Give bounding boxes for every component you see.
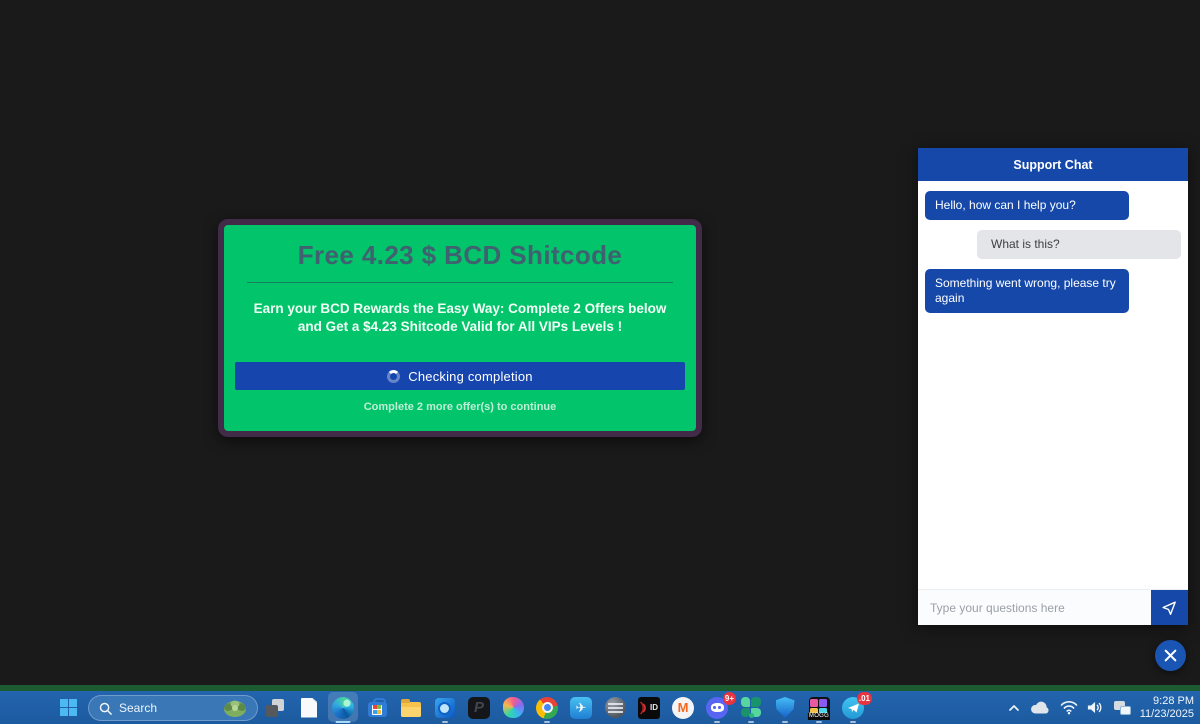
- taskbar-item-sphere-app[interactable]: [598, 691, 632, 724]
- running-app-indicator: [544, 721, 550, 724]
- id-audio-icon: ID: [637, 696, 661, 720]
- taskbar-item-outlook[interactable]: [428, 691, 462, 724]
- blue-plane-app-icon: ✈: [569, 696, 593, 720]
- green-clover-icon: [739, 696, 763, 720]
- taskbar-item-chrome[interactable]: [530, 691, 564, 724]
- chat-close-button[interactable]: [1155, 640, 1186, 671]
- taskbar-app-row: P ✈: [258, 691, 870, 724]
- running-app-indicator: [850, 721, 856, 724]
- taskbar-item-file-explorer[interactable]: [394, 691, 428, 724]
- spinner-icon: [387, 370, 400, 383]
- shield-icon: [773, 696, 797, 720]
- mogg-label: MOGG: [808, 713, 830, 720]
- taskbar-item-k-app[interactable]: ✈: [564, 691, 598, 724]
- folder-icon: [399, 696, 423, 720]
- monero-icon: M: [671, 696, 695, 720]
- support-chat-header: Support Chat: [918, 148, 1188, 181]
- mogg-icon: MOGG: [807, 696, 831, 720]
- outlook-icon: [433, 696, 457, 720]
- clock-date: 11/23/2025: [1140, 708, 1194, 721]
- sphere-lines-icon: [603, 696, 627, 720]
- offer-description: Earn your BCD Rewards the Easy Way: Comp…: [250, 300, 670, 336]
- taskbar-item-edge[interactable]: [326, 691, 360, 724]
- taskbar-item-monero[interactable]: M: [666, 691, 700, 724]
- active-app-indicator: [336, 721, 351, 724]
- wifi-icon: [1060, 700, 1078, 715]
- taskbar-item-store[interactable]: [360, 691, 394, 724]
- running-app-indicator: [748, 721, 754, 724]
- onedrive-tray-icon[interactable]: [1029, 700, 1051, 715]
- agent-message-bubble: Something went wrong, please try again: [925, 269, 1129, 313]
- p-app-icon: P: [467, 696, 491, 720]
- taskbar-search-box[interactable]: Search: [88, 695, 258, 721]
- chat-message-input[interactable]: [918, 590, 1151, 625]
- offer-title: Free 4.23 $ BCD Shitcode: [224, 240, 696, 271]
- chevron-up-icon: [1008, 703, 1020, 713]
- tray-sync-icon[interactable]: [1113, 700, 1131, 716]
- close-x-icon: [1164, 649, 1177, 662]
- wifi-tray-icon[interactable]: [1060, 700, 1078, 715]
- offer-footer-note: Complete 2 more offer(s) to continue: [224, 401, 696, 413]
- search-icon: [99, 702, 112, 715]
- document-icon: [297, 696, 321, 720]
- chrome-icon: [535, 696, 559, 720]
- divider: [247, 282, 673, 283]
- user-message-bubble: What is this?: [977, 230, 1181, 259]
- taskbar-item-telegram[interactable]: .01: [836, 691, 870, 724]
- taskbar-item-copilot[interactable]: [496, 691, 530, 724]
- microsoft-store-icon: [365, 696, 389, 720]
- taskbar-clock[interactable]: 9:28 PM 11/23/2025: [1140, 695, 1194, 721]
- agent-message-bubble: Hello, how can I help you?: [925, 191, 1129, 220]
- running-app-indicator: [816, 721, 822, 724]
- running-app-indicator: [442, 721, 448, 724]
- taskbar-item-p-app[interactable]: P: [462, 691, 496, 724]
- chat-input-row: [918, 589, 1188, 625]
- send-paper-plane-icon: [1161, 599, 1178, 616]
- checking-completion-button[interactable]: Checking completion: [235, 362, 685, 390]
- volume-tray-icon[interactable]: [1087, 700, 1104, 715]
- hidden-icons-chevron[interactable]: [1008, 703, 1020, 713]
- taskbar-item-notepad[interactable]: [292, 691, 326, 724]
- start-button[interactable]: [55, 691, 81, 724]
- taskbar-item-windows-security[interactable]: [768, 691, 802, 724]
- cloud-icon: [1029, 700, 1051, 715]
- discord-notification-badge: 9+: [723, 692, 736, 705]
- taskbar-item-discord[interactable]: 9+: [700, 691, 734, 724]
- checking-completion-label: Checking completion: [408, 369, 532, 384]
- search-highlight-plant-icon: [221, 697, 249, 719]
- taskbar-item-id-app[interactable]: ID: [632, 691, 666, 724]
- edge-browser-icon: [331, 696, 355, 720]
- stacked-windows-icon: [263, 696, 287, 720]
- support-chat-panel: Support Chat Hello, how can I help you? …: [918, 148, 1188, 625]
- taskbar-item-clover-app[interactable]: [734, 691, 768, 724]
- running-app-indicator: [782, 721, 788, 724]
- clock-time: 9:28 PM: [1140, 695, 1194, 708]
- taskbar-item-mogg[interactable]: MOGG: [802, 691, 836, 724]
- taskbar-item-stacked-windows[interactable]: [258, 691, 292, 724]
- taskbar: Search: [0, 691, 1200, 724]
- chat-messages-area: Hello, how can I help you? What is this?…: [918, 181, 1188, 589]
- windows-logo-icon: [60, 699, 77, 716]
- system-tray: 9:28 PM 11/23/2025: [1008, 691, 1194, 724]
- speaker-icon: [1087, 700, 1104, 715]
- running-app-indicator: [714, 721, 720, 724]
- copilot-icon: [501, 696, 525, 720]
- send-button[interactable]: [1151, 590, 1188, 625]
- search-placeholder-text: Search: [119, 701, 221, 715]
- telegram-notification-badge: .01: [857, 692, 872, 705]
- offer-card: Free 4.23 $ BCD Shitcode Earn your BCD R…: [218, 219, 702, 437]
